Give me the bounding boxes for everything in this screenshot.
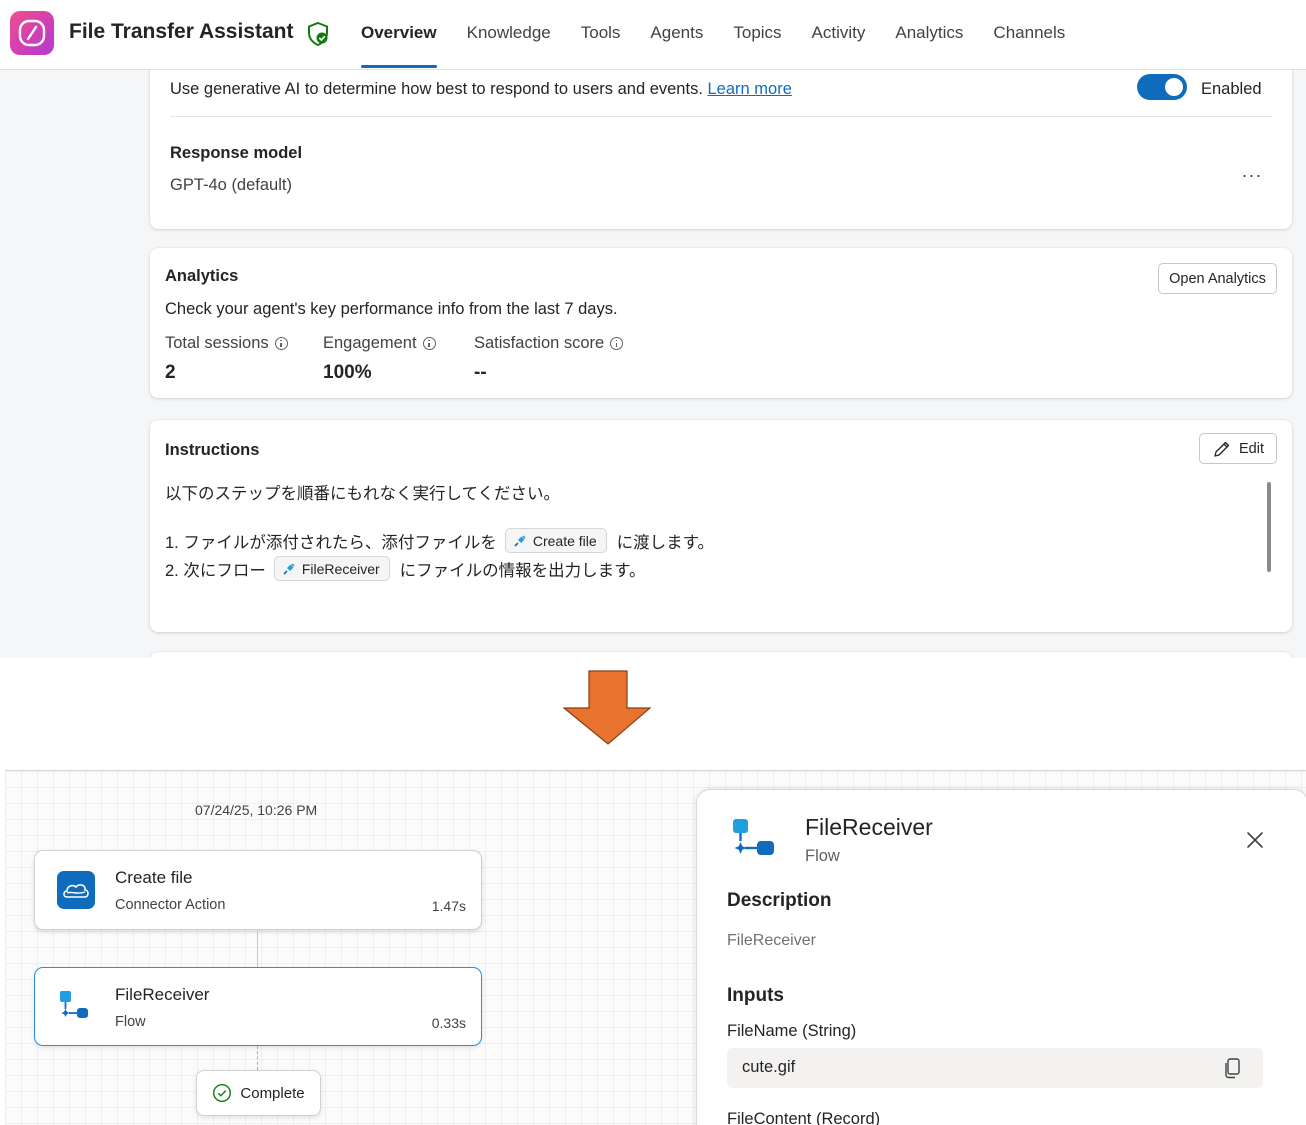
edit-label: Edit [1239,440,1264,457]
info-icon[interactable] [274,337,288,350]
plug-icon [283,562,295,575]
instructions-intro: 以下のステップを順番にもれなく実行してください。 [165,485,561,503]
analytics-description: Check your agent's key performance info … [165,300,618,318]
input-filename-label: FileName (String) [727,1022,857,1040]
node-detail-panel: FileReceiver Flow Description FileReceiv… [696,789,1306,1125]
instructions-scrollbar[interactable] [1267,482,1271,572]
next-card [150,652,1292,658]
metric-value: 100% [323,362,372,383]
instruction-step-1: 1. ファイルが添付されたら、添付ファイルを Create file に渡します… [165,528,714,553]
learn-more-link[interactable]: Learn more [708,80,792,98]
node-duration: 1.47s [431,898,466,914]
inputs-heading: Inputs [727,985,784,1006]
metric-label: Satisfaction score [474,334,605,352]
metric-total-sessions: Total sessions 2 [165,334,288,384]
detail-type: Flow [805,847,840,865]
metric-engagement: Engagement 100% [323,334,436,384]
plug-icon [514,534,526,547]
analytics-card: Analytics Open Analytics Check your agen… [150,248,1292,398]
orchestration-card: Use generative AI to determine how best … [150,70,1292,229]
check-circle-icon [213,1083,232,1103]
tab-activity[interactable]: Activity [797,0,881,70]
chip-label: Create file [532,532,597,549]
instructions-title: Instructions [165,441,260,459]
tool-chip-filereceiver[interactable]: FileReceiver [273,556,390,581]
app-logo-icon[interactable] [10,11,54,55]
detail-title: FileReceiver [805,814,933,840]
open-analytics-button[interactable]: Open Analytics [1158,263,1277,294]
top-header: File Transfer Assistant Overview Knowled… [0,0,1306,70]
metric-value: -- [474,362,487,383]
trace-connector-dashed [257,1046,258,1070]
metric-value: 2 [165,362,176,383]
flow-icon [733,819,774,855]
input-filename-value: cute.gif [742,1058,796,1076]
instruction-step-2: 2. 次にフロー FileReceiver にファイルの情報を出力します。 [165,556,646,581]
tab-analytics[interactable]: Analytics [880,0,978,70]
nav-tabs: Overview Knowledge Tools Agents Topics A… [346,0,1080,70]
overview-content: Use generative AI to determine how best … [0,70,1306,658]
app-title: File Transfer Assistant [69,20,294,43]
edit-button[interactable]: Edit [1199,433,1277,464]
metric-label: Total sessions [165,334,269,352]
tab-knowledge[interactable]: Knowledge [452,0,566,70]
tab-channels[interactable]: Channels [978,0,1080,70]
response-model-value: GPT-4o (default) [170,176,292,194]
step-text: 2. 次にフロー [165,561,266,580]
node-title: Create file [115,868,193,887]
more-options-button[interactable]: ··· [1238,164,1266,192]
input-filecontent-label: FileContent (Record) [727,1110,881,1125]
step-text: に渡します。 [616,533,715,552]
step-text: 1. ファイルが添付されたら、添付ファイルを [165,533,497,552]
description-heading: Description [727,890,832,911]
toggle-label: Enabled [1201,80,1262,98]
tab-topics[interactable]: Topics [718,0,796,70]
pencil-icon [1214,441,1230,457]
response-model-label: Response model [170,144,303,162]
node-subtitle: Flow [115,1014,146,1030]
complete-label: Complete [240,1084,305,1102]
trace-connector [257,930,258,967]
node-title: FileReceiver [115,985,210,1004]
copy-icon[interactable] [1223,1057,1241,1079]
node-subtitle: Connector Action [115,897,226,913]
tab-tools[interactable]: Tools [566,0,636,70]
trace-node-create-file[interactable]: Create file Connector Action 1.47s [34,850,482,930]
info-icon[interactable] [422,337,436,350]
instructions-card: Instructions Edit 以下のステップを順番にもれなく実行してくださ… [150,420,1292,632]
complete-badge: Complete [196,1070,321,1116]
trace-timestamp: 07/24/25, 10:26 PM [195,802,318,818]
onedrive-cloud-icon [57,871,95,909]
step-text: にファイルの情報を出力します。 [399,561,646,580]
down-arrow-icon [563,670,651,745]
tab-overview[interactable]: Overview [346,0,452,70]
analytics-title: Analytics [165,267,239,285]
generative-ai-text: Use generative AI to determine how best … [170,80,703,98]
description-value: FileReceiver [727,932,816,949]
shield-check-icon[interactable] [306,21,330,47]
metric-label: Engagement [323,334,417,352]
divider [170,116,1272,117]
metric-satisfaction-score: Satisfaction score -- [474,334,624,384]
close-icon[interactable] [1243,828,1267,852]
trace-node-filereceiver[interactable]: FileReceiver Flow 0.33s [34,967,482,1046]
tool-chip-create-file[interactable]: Create file [504,528,607,553]
generative-ai-toggle[interactable] [1137,74,1187,100]
info-icon[interactable] [610,337,624,350]
toggle-knob [1165,78,1183,96]
node-duration: 0.33s [431,1015,466,1031]
tab-agents[interactable]: Agents [635,0,718,70]
input-filename-field: cute.gif [727,1048,1263,1088]
chip-label: FileReceiver [301,560,380,577]
generative-ai-description: Use generative AI to determine how best … [170,80,792,99]
activity-trace-canvas: 07/24/25, 10:26 PM Create file Connector… [5,770,1306,1125]
flow-icon [60,991,88,1018]
